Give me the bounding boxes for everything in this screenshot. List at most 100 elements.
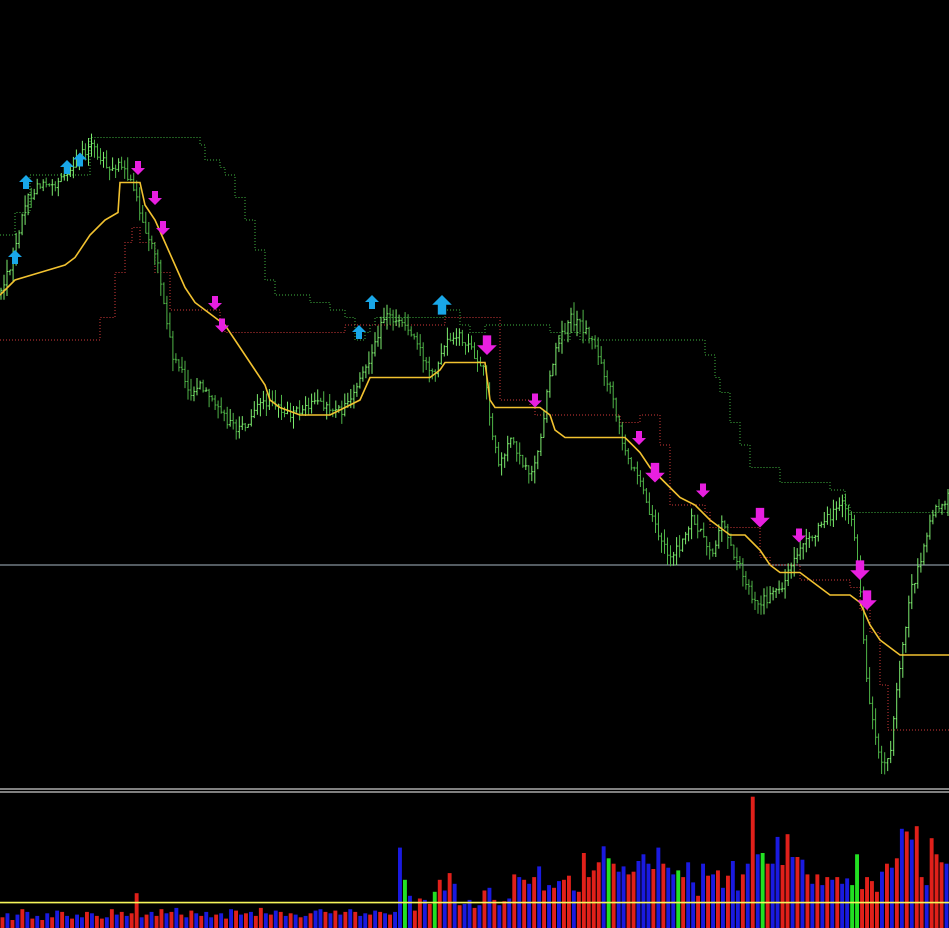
price-bar[interactable] [189, 378, 193, 401]
price-bar[interactable] [111, 157, 114, 171]
volume-bar[interactable] [293, 914, 298, 928]
price-bar[interactable] [919, 552, 923, 573]
buy-arrow-icon[interactable] [352, 325, 366, 339]
price-bar[interactable] [708, 542, 711, 560]
volume-bar[interactable] [815, 874, 820, 928]
price-bar[interactable] [259, 398, 262, 417]
price-bar[interactable] [367, 351, 371, 375]
sell-arrow-icon[interactable] [477, 335, 497, 355]
price-bar[interactable] [892, 716, 895, 756]
volume-bar[interactable] [601, 846, 606, 928]
price-bar[interactable] [557, 335, 561, 353]
price-bar[interactable] [618, 415, 621, 435]
price-bar[interactable] [364, 364, 368, 379]
volume-bar[interactable] [214, 914, 219, 928]
volume-bar[interactable] [422, 899, 427, 928]
price-bar[interactable] [391, 309, 395, 331]
volume-bar[interactable] [179, 914, 184, 928]
volume-bar[interactable] [611, 863, 616, 928]
volume-bar[interactable] [94, 915, 99, 928]
volume-bar[interactable] [934, 854, 939, 928]
price-bar[interactable] [940, 503, 944, 515]
volume-bar[interactable] [745, 863, 750, 928]
price-bar[interactable] [379, 316, 383, 350]
price-bar[interactable] [753, 591, 757, 610]
price-bar[interactable] [225, 406, 229, 429]
volume-bar[interactable] [353, 911, 358, 928]
price-bar[interactable] [473, 342, 476, 360]
price-bar[interactable] [20, 213, 24, 236]
price-bar[interactable] [910, 574, 914, 610]
volume-bar[interactable] [581, 853, 586, 928]
price-bar[interactable] [219, 397, 223, 414]
volume-bar[interactable] [20, 909, 25, 928]
price-bar[interactable] [605, 370, 609, 392]
volume-bar[interactable] [154, 915, 159, 928]
price-bar[interactable] [596, 337, 600, 365]
price-bar[interactable] [566, 320, 570, 343]
price-bar[interactable] [563, 323, 567, 335]
price-bar[interactable] [768, 586, 772, 604]
price-bar[interactable] [355, 382, 359, 397]
volume-bar[interactable] [830, 879, 835, 928]
price-bar[interactable] [340, 400, 344, 424]
price-bar[interactable] [144, 211, 148, 234]
price-bar[interactable] [343, 393, 347, 417]
volume-bar[interactable] [855, 854, 859, 928]
volume-bar[interactable] [174, 907, 179, 928]
price-bar[interactable] [922, 543, 926, 565]
volume-bar[interactable] [840, 883, 845, 928]
price-bar[interactable] [5, 259, 9, 296]
price-bar[interactable] [57, 177, 60, 197]
price-bar[interactable] [470, 335, 473, 350]
volume-bar[interactable] [25, 911, 30, 928]
price-bar[interactable] [482, 364, 485, 376]
price-bar[interactable] [455, 328, 458, 346]
volume-bar[interactable] [119, 911, 124, 928]
price-bar[interactable] [443, 345, 446, 357]
price-bar[interactable] [738, 556, 742, 569]
price-bar[interactable] [877, 733, 880, 759]
price-bar[interactable] [129, 174, 132, 182]
price-bar[interactable] [461, 329, 464, 346]
price-bar[interactable] [373, 332, 377, 357]
price-bar[interactable] [774, 588, 778, 598]
volume-bar[interactable] [676, 870, 681, 928]
price-bar[interactable] [889, 740, 892, 764]
price-bar[interactable] [428, 356, 431, 383]
price-bar[interactable] [449, 332, 452, 342]
price-bar[interactable] [832, 499, 835, 527]
volume-bar[interactable] [606, 858, 611, 928]
price-bar[interactable] [183, 360, 187, 389]
volume-bar[interactable] [427, 903, 432, 928]
volume-bar[interactable] [393, 911, 397, 928]
price-bar[interactable] [234, 419, 238, 440]
price-bar[interactable] [301, 405, 304, 415]
volume-bar[interactable] [755, 854, 760, 928]
buy-arrow-icon[interactable] [60, 160, 74, 174]
volume-bar[interactable] [333, 910, 338, 928]
price-bar[interactable] [126, 157, 129, 181]
middle-average-line[interactable] [0, 181, 949, 656]
price-bar[interactable] [850, 511, 853, 527]
price-bar[interactable] [621, 421, 624, 451]
volume-bar[interactable] [502, 901, 507, 928]
price-bar[interactable] [907, 595, 911, 638]
volume-bar[interactable] [99, 918, 104, 928]
price-bar[interactable] [527, 465, 531, 484]
volume-bar[interactable] [467, 899, 472, 928]
price-bar[interactable] [162, 282, 166, 305]
price-bar[interactable] [699, 528, 702, 532]
sell-arrow-icon[interactable] [632, 431, 646, 445]
price-bar[interactable] [51, 179, 54, 196]
volume-bar[interactable] [189, 910, 194, 928]
price-bar[interactable] [509, 437, 512, 448]
volume-bar[interactable] [194, 913, 199, 928]
price-bar[interactable] [874, 708, 877, 745]
volume-bar[interactable] [90, 913, 94, 928]
volume-bar[interactable] [571, 890, 576, 928]
volume-bar[interactable] [169, 911, 174, 928]
volume-bar[interactable] [199, 915, 204, 928]
volume-bar[interactable] [790, 857, 795, 928]
price-bar[interactable] [156, 249, 160, 274]
